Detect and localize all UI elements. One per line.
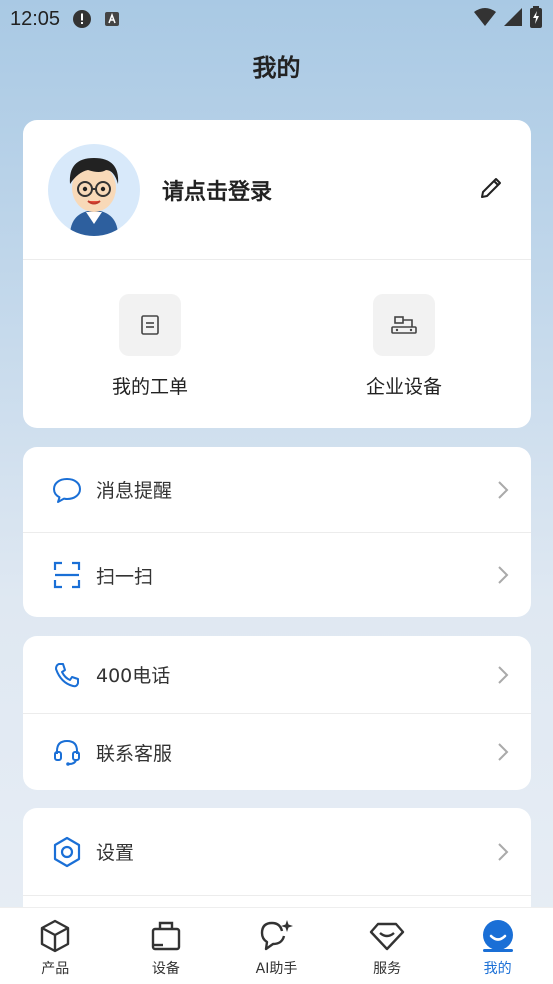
- avatar[interactable]: [48, 143, 140, 236]
- status-time: 12:05: [10, 7, 61, 30]
- profile-header[interactable]: 请点击登录: [23, 120, 531, 260]
- chat-bubble-icon: [50, 473, 84, 507]
- login-prompt[interactable]: 请点击登录: [162, 174, 272, 206]
- tab-label: 产品: [41, 961, 70, 977]
- edit-icon[interactable]: [475, 172, 507, 204]
- tab-ai-assistant[interactable]: AI助手: [221, 908, 332, 984]
- chevron-right-icon: [497, 742, 509, 762]
- tab-label: 我的: [483, 961, 512, 977]
- diamond-icon: [369, 918, 405, 954]
- page-title: 我的: [252, 54, 301, 82]
- chevron-right-icon: [497, 565, 509, 585]
- tab-service[interactable]: 服务: [332, 908, 443, 984]
- alert-icon: [72, 9, 92, 29]
- keyboard-a-icon: [104, 11, 120, 27]
- phone-icon: [50, 658, 84, 692]
- menu-item-label: 消息提醒: [96, 480, 173, 502]
- document-icon: [119, 294, 181, 356]
- tab-products[interactable]: 产品: [0, 908, 111, 984]
- menu-item-messages[interactable]: 消息提醒: [23, 447, 531, 532]
- menu-item-customer-service[interactable]: 联系客服: [23, 713, 531, 790]
- menu-item-label: 设置: [96, 842, 135, 864]
- quick-action-enterprise-devices[interactable]: 企业设备: [277, 260, 531, 428]
- settings-hex-icon: [50, 835, 84, 869]
- device-bag-icon: [148, 918, 184, 954]
- status-bar: 12:05: [0, 0, 553, 38]
- chevron-right-icon: [497, 665, 509, 685]
- menu-group-contact: 400电话 联系客服: [23, 636, 531, 790]
- tab-label: AI助手: [255, 961, 298, 977]
- chevron-right-icon: [497, 842, 509, 862]
- menu-item-label: 400电话: [96, 665, 171, 687]
- bottom-tab-bar: 产品 设备 AI助手 服务 我的: [0, 907, 553, 984]
- cube-icon: [37, 918, 73, 954]
- profile-card: 请点击登录 我的工单 企业设备: [23, 120, 531, 428]
- machine-icon: [373, 294, 435, 356]
- tab-label: 服务: [373, 961, 402, 977]
- quick-action-label: 我的工单: [111, 376, 188, 398]
- tab-mine[interactable]: 我的: [442, 908, 553, 984]
- menu-item-label: 联系客服: [96, 742, 173, 765]
- quick-action-label: 企业设备: [365, 376, 442, 398]
- ai-chat-icon: [258, 918, 294, 954]
- scan-icon: [50, 558, 84, 592]
- smile-icon: [480, 918, 516, 954]
- menu-item-settings[interactable]: 设置: [23, 808, 531, 896]
- battery-icon: [529, 6, 543, 32]
- tab-label: 设备: [151, 961, 180, 977]
- quick-actions: 我的工单 企业设备: [23, 260, 531, 428]
- menu-item-label: 扫一扫: [96, 565, 154, 588]
- chevron-right-icon: [497, 480, 509, 500]
- headset-icon: [50, 735, 84, 769]
- menu-group-notifications: 消息提醒 扫一扫: [23, 447, 531, 617]
- signal-icon: [503, 7, 523, 31]
- wifi-icon: [473, 7, 497, 31]
- tab-devices[interactable]: 设备: [111, 908, 222, 984]
- menu-item-400-phone[interactable]: 400电话: [23, 636, 531, 713]
- menu-item-scan[interactable]: 扫一扫: [23, 532, 531, 617]
- quick-action-work-orders[interactable]: 我的工单: [23, 260, 277, 428]
